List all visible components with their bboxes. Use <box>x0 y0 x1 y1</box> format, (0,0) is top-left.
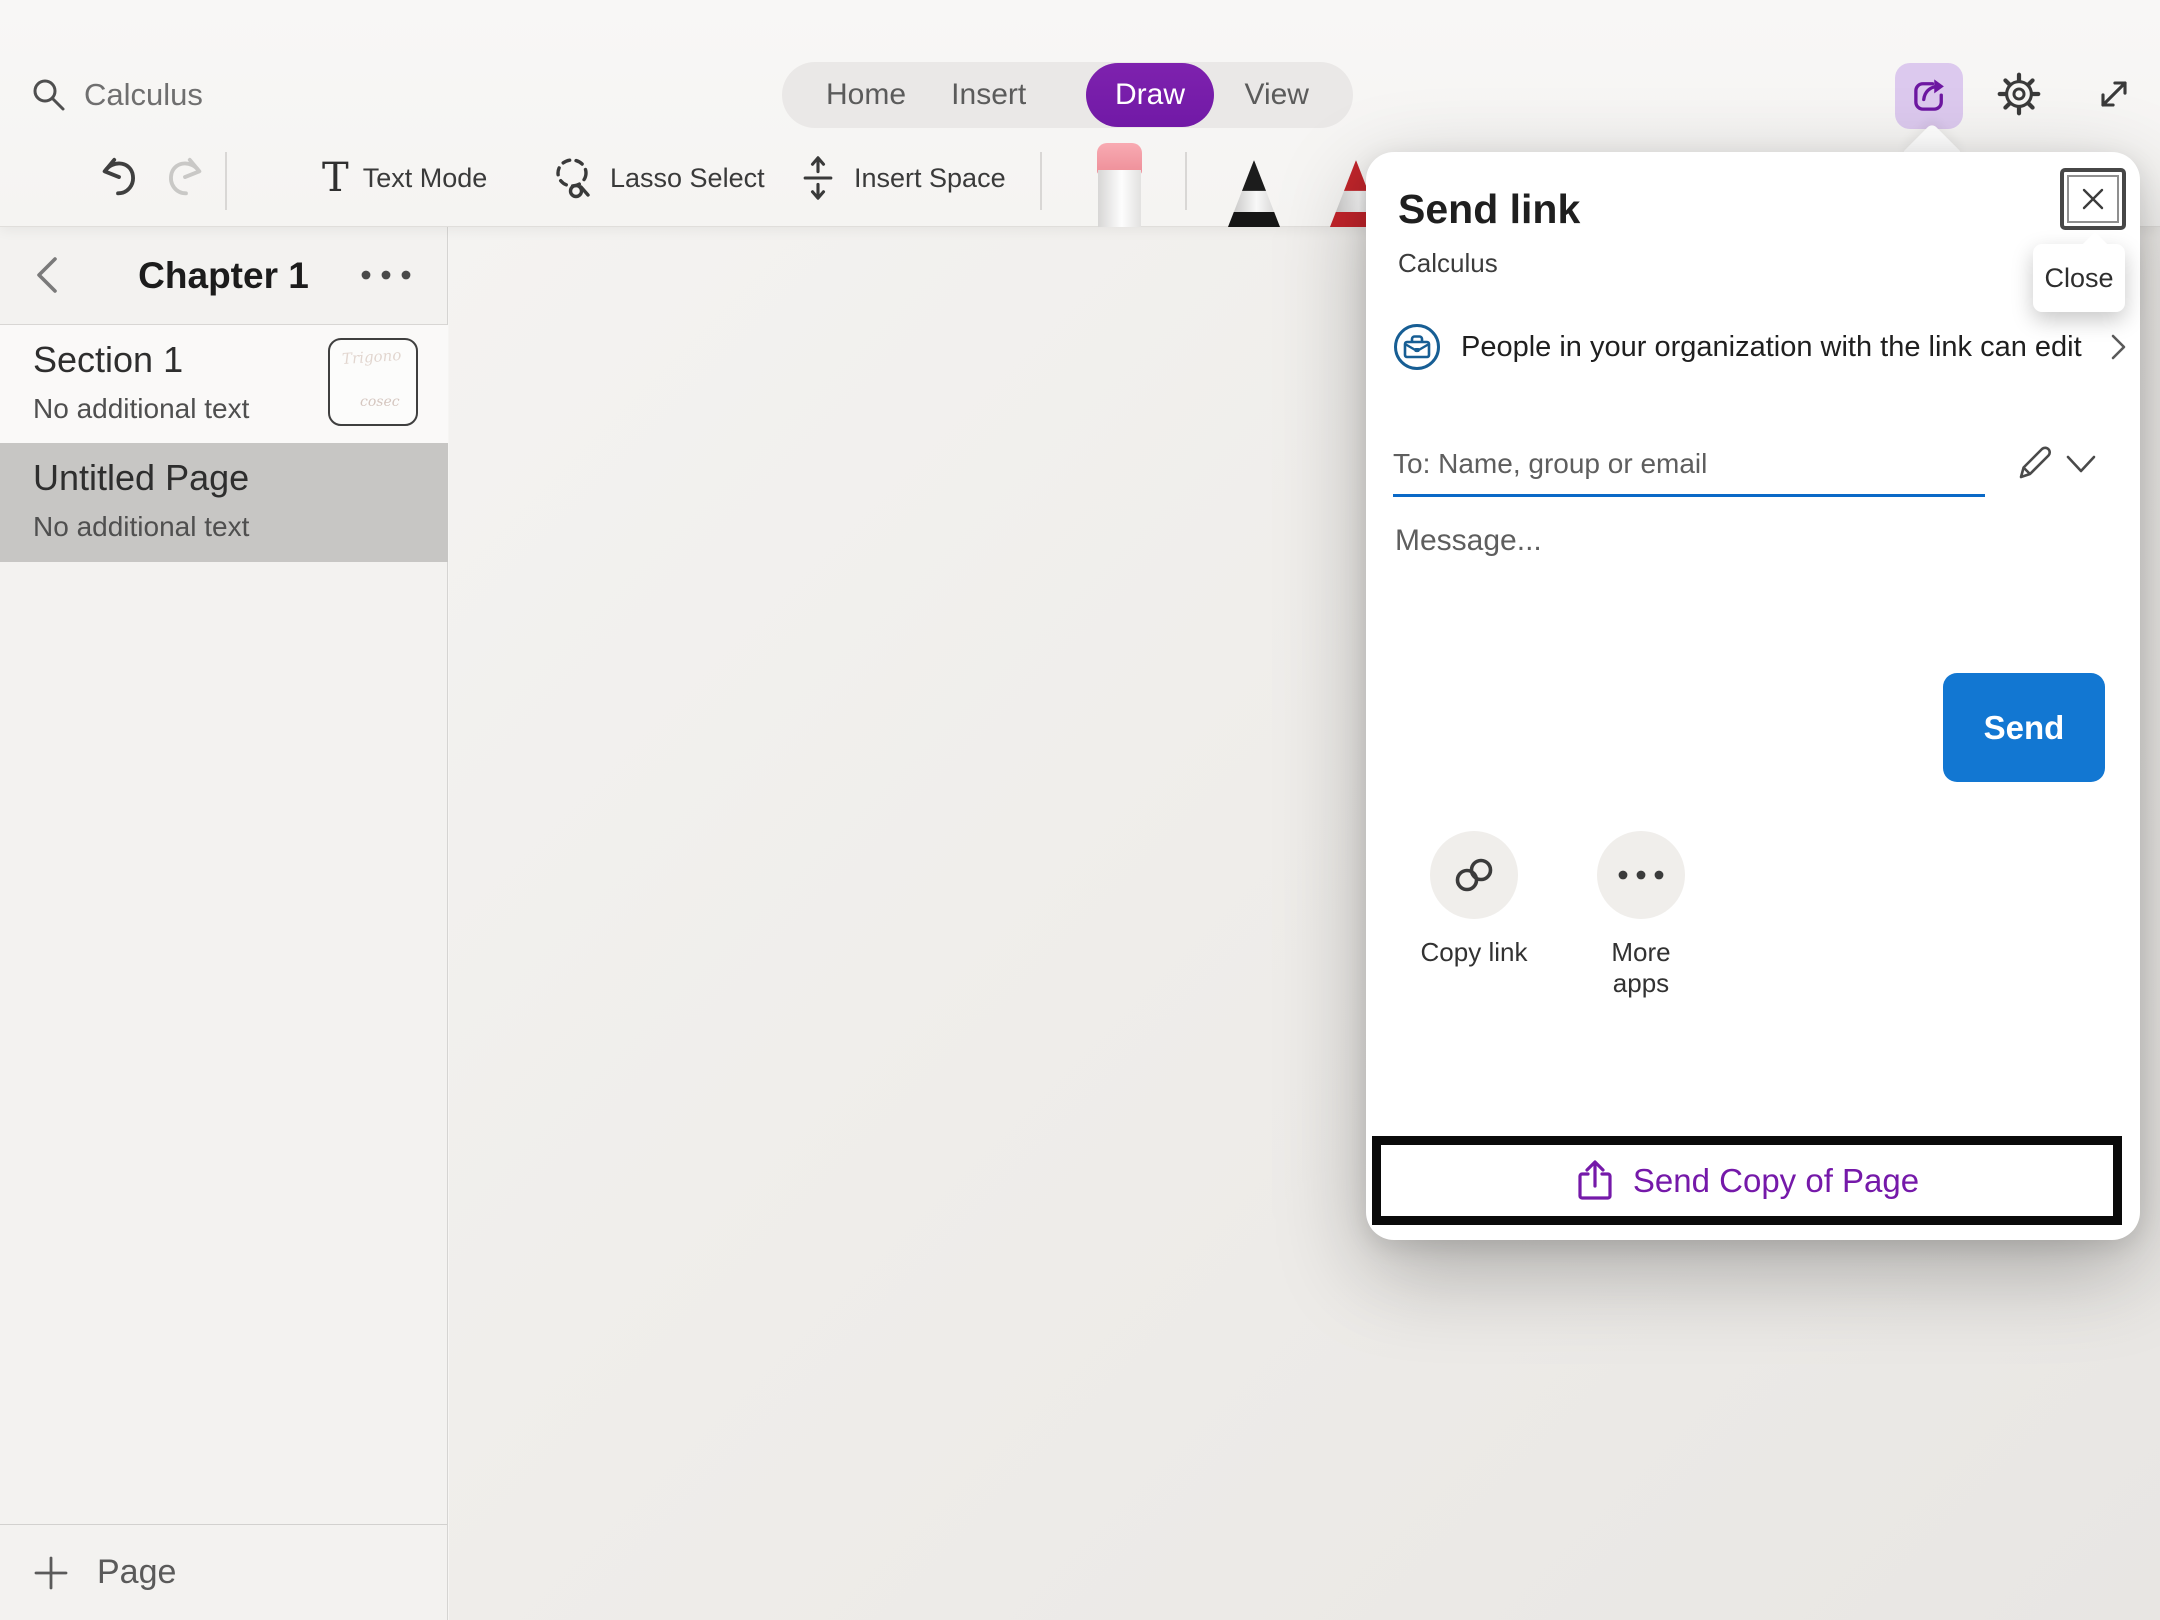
undo-button[interactable] <box>96 130 142 226</box>
share-up-icon <box>1575 1158 1615 1204</box>
tooltip-arrow <box>2081 232 2109 260</box>
message-field[interactable]: Message... <box>1395 524 1542 558</box>
tab-insert[interactable]: Insert <box>951 78 1026 112</box>
link-permission-row[interactable]: People in your organization with the lin… <box>1393 323 2128 371</box>
page-subtitle: No additional text <box>33 511 249 543</box>
page-list-sidebar: Chapter 1 Section 1 No additional text T… <box>0 227 448 1620</box>
text-mode-button[interactable]: T Text Mode <box>322 130 487 226</box>
lasso-icon <box>548 154 596 202</box>
send-button[interactable]: Send <box>1943 673 2105 782</box>
pencil-icon <box>2015 441 2055 483</box>
page-title: Untitled Page <box>33 457 249 499</box>
onenote-app: Calculus Home Insert Draw View <box>0 0 2160 1620</box>
more-options-button[interactable] <box>358 257 414 293</box>
redo-button[interactable] <box>162 130 208 226</box>
page-thumbnail: Trigono cosec <box>328 338 418 426</box>
fullscreen-button[interactable] <box>2092 72 2136 116</box>
copy-link-circle <box>1430 831 1518 919</box>
tab-view[interactable]: View <box>1244 78 1308 112</box>
thumbnail-handwriting: cosec <box>360 394 400 410</box>
page-list-item-section1[interactable]: Section 1 No additional text Trigono cos… <box>0 325 448 443</box>
recipient-underline <box>1393 494 1985 497</box>
add-page-button[interactable]: Page <box>0 1525 447 1620</box>
lasso-select-button[interactable]: Lasso Select <box>548 130 765 226</box>
more-apps-circle <box>1597 831 1685 919</box>
thumbnail-handwriting: Trigono <box>341 346 401 368</box>
undo-icon <box>96 155 142 201</box>
organization-briefcase-icon <box>1393 323 1441 371</box>
toolbar-divider <box>1185 152 1187 210</box>
expand-diagonal-icon <box>2092 72 2136 116</box>
link-icon <box>1450 853 1498 897</box>
gear-icon <box>1997 72 2041 116</box>
insert-space-icon <box>796 154 840 202</box>
edit-recipient-button[interactable] <box>2014 440 2056 484</box>
more-apps-button[interactable]: More apps <box>1581 831 1701 999</box>
tab-draw[interactable]: Draw <box>1086 63 1214 127</box>
pen-black-tip <box>1228 160 1280 191</box>
recipient-dropdown-button[interactable] <box>2062 450 2100 478</box>
recipient-field[interactable]: To: Name, group or email <box>1393 448 1985 480</box>
close-button[interactable] <box>2060 168 2126 230</box>
eraser-tool[interactable] <box>1097 143 1142 227</box>
add-page-label: Page <box>97 1553 176 1592</box>
recipient-placeholder: To: Name, group or email <box>1393 448 1985 480</box>
send-link-dialog: Send link Calculus Close <box>1366 152 2140 1240</box>
toolbar-divider <box>225 152 227 210</box>
page-list-item-untitled-selected[interactable]: Untitled Page No additional text <box>0 443 448 562</box>
send-copy-of-page-button[interactable]: Send Copy of Page <box>1372 1136 2122 1225</box>
toolbar-divider <box>1040 152 1042 210</box>
text-mode-label: Text Mode <box>363 163 488 194</box>
insert-space-label: Insert Space <box>854 163 1006 194</box>
insert-space-button[interactable]: Insert Space <box>796 130 1006 226</box>
chevron-down-icon <box>2064 452 2098 476</box>
close-button-focus-ring <box>2067 175 2119 223</box>
eraser-body <box>1098 170 1141 227</box>
chevron-right-icon <box>2108 332 2128 362</box>
send-copy-label: Send Copy of Page <box>1633 1162 1919 1200</box>
ribbon-tabbar: Home Insert Draw View <box>782 62 1353 128</box>
close-tooltip: Close <box>2033 244 2125 312</box>
page-subtitle: No additional text <box>33 393 249 425</box>
redo-icon <box>162 155 208 201</box>
text-mode-icon: T <box>322 158 349 198</box>
notebook-search[interactable]: Calculus <box>30 76 203 114</box>
close-icon <box>2078 184 2108 214</box>
pen-black-band <box>1228 212 1280 227</box>
dialog-title: Send link <box>1398 186 1580 233</box>
dialog-subtitle: Calculus <box>1398 248 1498 279</box>
notebook-title: Calculus <box>84 77 203 113</box>
send-button-label: Send <box>1984 709 2065 747</box>
sidebar-header: Chapter 1 <box>0 227 447 324</box>
share-button[interactable] <box>1895 63 1963 129</box>
page-title: Section 1 <box>33 339 183 381</box>
settings-button[interactable] <box>1997 72 2041 116</box>
permission-label: People in your organization with the lin… <box>1461 331 2082 364</box>
lasso-label: Lasso Select <box>610 163 765 194</box>
plus-icon <box>33 1555 69 1591</box>
ellipsis-icon <box>1616 869 1666 881</box>
tooltip-label: Close <box>2044 263 2113 294</box>
more-apps-label: More apps <box>1581 937 1701 999</box>
share-icon <box>1908 75 1950 117</box>
tab-home[interactable]: Home <box>826 78 906 112</box>
copy-link-label: Copy link <box>1414 937 1534 968</box>
pen-black[interactable] <box>1228 160 1280 227</box>
search-icon <box>30 76 68 114</box>
copy-link-button[interactable]: Copy link <box>1414 831 1534 968</box>
